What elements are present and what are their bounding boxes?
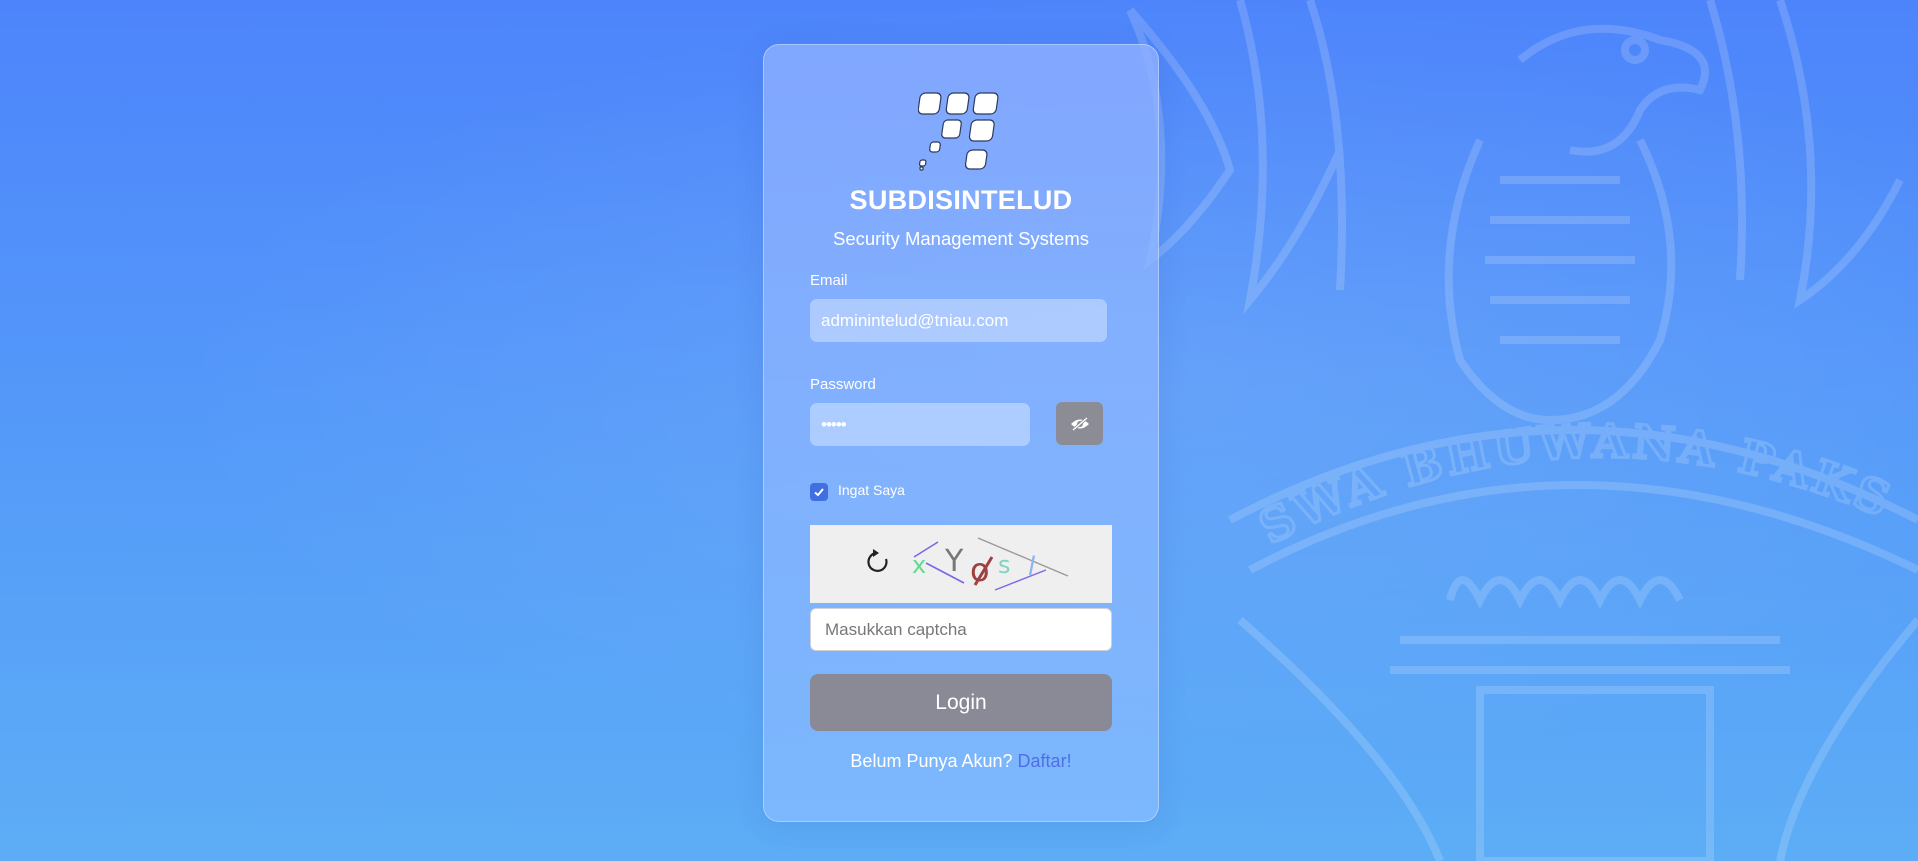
captcha-char: o bbox=[970, 551, 990, 589]
squares-logo-icon bbox=[918, 92, 999, 171]
login-card: SUBDISINTELUD Security Management System… bbox=[763, 44, 1159, 822]
toggle-password-button[interactable] bbox=[1056, 402, 1103, 445]
app-subtitle: Security Management Systems bbox=[832, 228, 1090, 249]
svg-text:SWA BHUWANA PAKSA: SWA BHUWANA PAKSA bbox=[1100, 0, 1901, 555]
app-title: SUBDISINTELUD bbox=[849, 185, 1073, 215]
check-icon bbox=[814, 488, 824, 497]
captcha-input[interactable] bbox=[810, 608, 1112, 651]
password-field[interactable] bbox=[810, 403, 1030, 446]
login-button[interactable]: Login bbox=[810, 674, 1112, 731]
captcha-char: x bbox=[912, 551, 926, 579]
captcha-char: l bbox=[1028, 552, 1036, 582]
refresh-icon[interactable] bbox=[867, 549, 888, 572]
remember-me-checkbox[interactable] bbox=[810, 483, 828, 501]
captcha-char: Y bbox=[944, 544, 964, 579]
eye-slash-icon bbox=[1070, 416, 1089, 431]
email-field[interactable] bbox=[810, 299, 1107, 342]
captcha-char: s bbox=[998, 551, 1011, 579]
email-label: Email bbox=[810, 272, 848, 289]
register-prompt: Belum Punya Akun? Daftar! bbox=[764, 751, 1158, 772]
register-prompt-text: Belum Punya Akun? bbox=[850, 751, 1013, 771]
captcha-image: x Y o s l bbox=[810, 525, 1112, 603]
emblem-watermark: SWA BHUWANA PAKSA bbox=[1100, 0, 1918, 861]
register-link[interactable]: Daftar! bbox=[1018, 751, 1072, 771]
remember-me-label: Ingat Saya bbox=[838, 482, 905, 498]
password-label: Password bbox=[810, 376, 876, 393]
emblem-motto: SWA BHUWANA PAKSA bbox=[1100, 0, 1899, 556]
